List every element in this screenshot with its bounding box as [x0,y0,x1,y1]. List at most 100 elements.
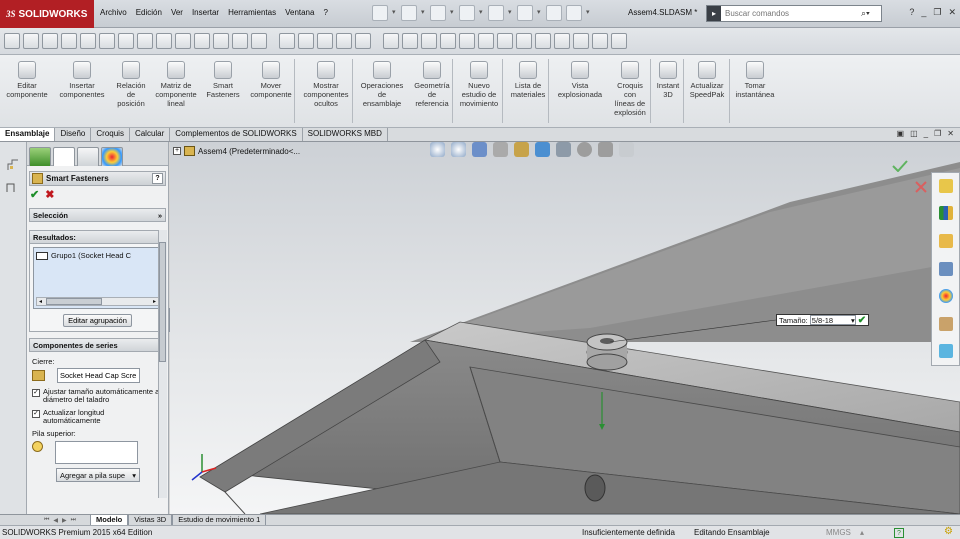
zoom-to-area-icon[interactable] [451,142,466,157]
add-stack-dropdown[interactable]: Agregar a pila supe ▾ [56,468,140,482]
command-button-0[interactable]: Editar componente [4,61,50,99]
tool-icon[interactable] [516,33,532,49]
tab-vistas-3d[interactable]: Vistas 3D [128,515,173,525]
sum-icon[interactable] [156,33,172,49]
sketch-icon[interactable] [6,158,20,172]
expand-tree-icon[interactable]: + [173,147,181,155]
tool-icon[interactable] [137,33,153,49]
tool-icon[interactable] [317,33,333,49]
next-tab-icon[interactable]: ▶ [62,517,67,524]
tool-icon[interactable] [355,33,371,49]
top-stack-list[interactable] [55,441,138,464]
command-button-3[interactable]: Matriz de componente lineal [152,61,200,108]
size-callout[interactable]: Tamaño: 5/8-18 ▾ ✔ [776,314,870,326]
tab-scroll-nav[interactable]: ⏮ ◀ ▶ ⏭ [0,515,90,525]
tool-icon[interactable] [459,33,475,49]
help-icon[interactable]: ? [894,528,904,538]
restore-button[interactable]: ❐ [933,7,941,18]
tab-croquis[interactable]: Croquis [91,128,130,141]
edit-appearance-icon[interactable] [598,142,613,157]
tool-icon[interactable] [402,33,418,49]
tool-icon[interactable] [118,33,134,49]
options-icon[interactable] [566,5,582,21]
tool-icon[interactable] [336,33,352,49]
appearance-manager-tab[interactable] [101,147,123,166]
selection-group-header[interactable]: Selección » [29,208,166,222]
auto-length-checkbox[interactable]: ✓ [32,410,40,418]
tool-icon[interactable] [61,33,77,49]
first-tab-icon[interactable]: ⏮ [44,517,49,524]
command-button-6[interactable]: Mostrar componentes ocultos [300,61,352,108]
zoom-to-fit-icon[interactable] [430,142,445,157]
dynamic-annotation-icon[interactable] [514,142,529,157]
command-button-5[interactable]: Mover componente [246,61,296,99]
tool-icon[interactable] [611,33,627,49]
tool-icon[interactable] [213,33,229,49]
tab-estudio-movimiento[interactable]: Estudio de movimiento 1 [172,515,267,525]
search-icon[interactable]: ⌕▾ [861,8,870,19]
vertical-scrollbar[interactable] [158,230,167,498]
forum-icon[interactable] [939,344,953,358]
tab-calcular[interactable]: Calcular [130,128,171,141]
command-button-9[interactable]: Nuevo estudio de movimiento [456,61,502,108]
series-group-header[interactable]: Componentes de series « [29,338,166,352]
solidworks-logo[interactable]: 3S SOLIDWORKS [0,0,94,28]
command-button-7[interactable]: Operaciones de ensamblaje [358,61,406,108]
results-group-header[interactable]: Resultados: « [29,230,166,244]
tool-icon[interactable] [573,33,589,49]
units-dropdown-icon[interactable]: ▴ [860,528,864,537]
view-orientation-icon[interactable] [535,142,550,157]
rebuild-status-icon[interactable]: ⚙ [944,526,953,537]
tool-icon[interactable] [251,33,267,49]
command-button-1[interactable]: Insertar componentes [57,61,107,99]
search-mode-icon[interactable]: ▸ [707,6,721,21]
smart-dimension-icon[interactable] [4,33,20,49]
menu-ver[interactable]: Ver [171,8,183,17]
tab-ensamblaje[interactable]: Ensamblaje [0,128,56,141]
menu-help[interactable]: ? [323,8,327,17]
step-icon[interactable] [6,180,20,194]
cancel-button[interactable]: ✖ [45,188,54,201]
close-doc-icon[interactable]: ✕ [947,129,954,138]
configuration-manager-tab[interactable] [77,147,99,166]
3d-sketch-icon[interactable] [383,33,399,49]
tab-diseno[interactable]: Diseño [55,128,92,141]
command-button-2[interactable]: Relación de posición [112,61,150,108]
undo-icon[interactable] [488,5,504,21]
property-manager-tab[interactable] [53,147,75,166]
display-style-icon[interactable] [556,142,571,157]
select-icon[interactable] [517,5,533,21]
minimize-button[interactable]: _ [921,7,926,18]
tool-icon[interactable] [592,33,608,49]
tool-icon[interactable] [232,33,248,49]
menu-ventana[interactable]: Ventana [285,8,314,17]
units-status[interactable]: MMGS [826,528,851,537]
tool-icon[interactable] [478,33,494,49]
view-settings-icon[interactable] [619,142,634,157]
tool-icon[interactable] [440,33,456,49]
print-icon[interactable] [459,5,475,21]
restore-doc-icon[interactable]: ❐ [934,129,941,138]
fastener-field[interactable] [57,368,140,383]
tab-mbd[interactable]: SOLIDWORKS MBD [303,128,388,141]
command-button-4[interactable]: Smart Fasteners [204,61,242,99]
size-dropdown[interactable]: 5/8-18 ▾ [809,315,856,325]
appearance-icon[interactable] [939,289,953,303]
scroll-right-icon[interactable]: ▸ [153,298,156,305]
open-icon[interactable] [401,5,417,21]
auto-length-option[interactable]: ✓ Actualizar longitud automáticamente [32,409,163,425]
scroll-thumb[interactable] [46,298,103,305]
tool-icon[interactable] [42,33,58,49]
new-document-icon[interactable] [372,5,388,21]
scroll-thumb[interactable] [159,242,166,362]
horizontal-scrollbar[interactable]: ◂ ▸ [36,297,159,306]
tool-icon[interactable] [80,33,96,49]
auto-size-option[interactable]: ✓ Ajustar tamaño automáticamente al diám… [32,388,163,404]
split-icon[interactable]: ◫ [910,129,918,138]
auto-size-checkbox[interactable]: ✓ [32,389,40,397]
menu-insertar[interactable]: Insertar [192,8,219,17]
confirm-corner-cancel-icon[interactable] [914,180,928,194]
model-geometry[interactable] [170,142,960,514]
rebuild-icon[interactable] [546,5,562,21]
tool-icon[interactable] [175,33,191,49]
